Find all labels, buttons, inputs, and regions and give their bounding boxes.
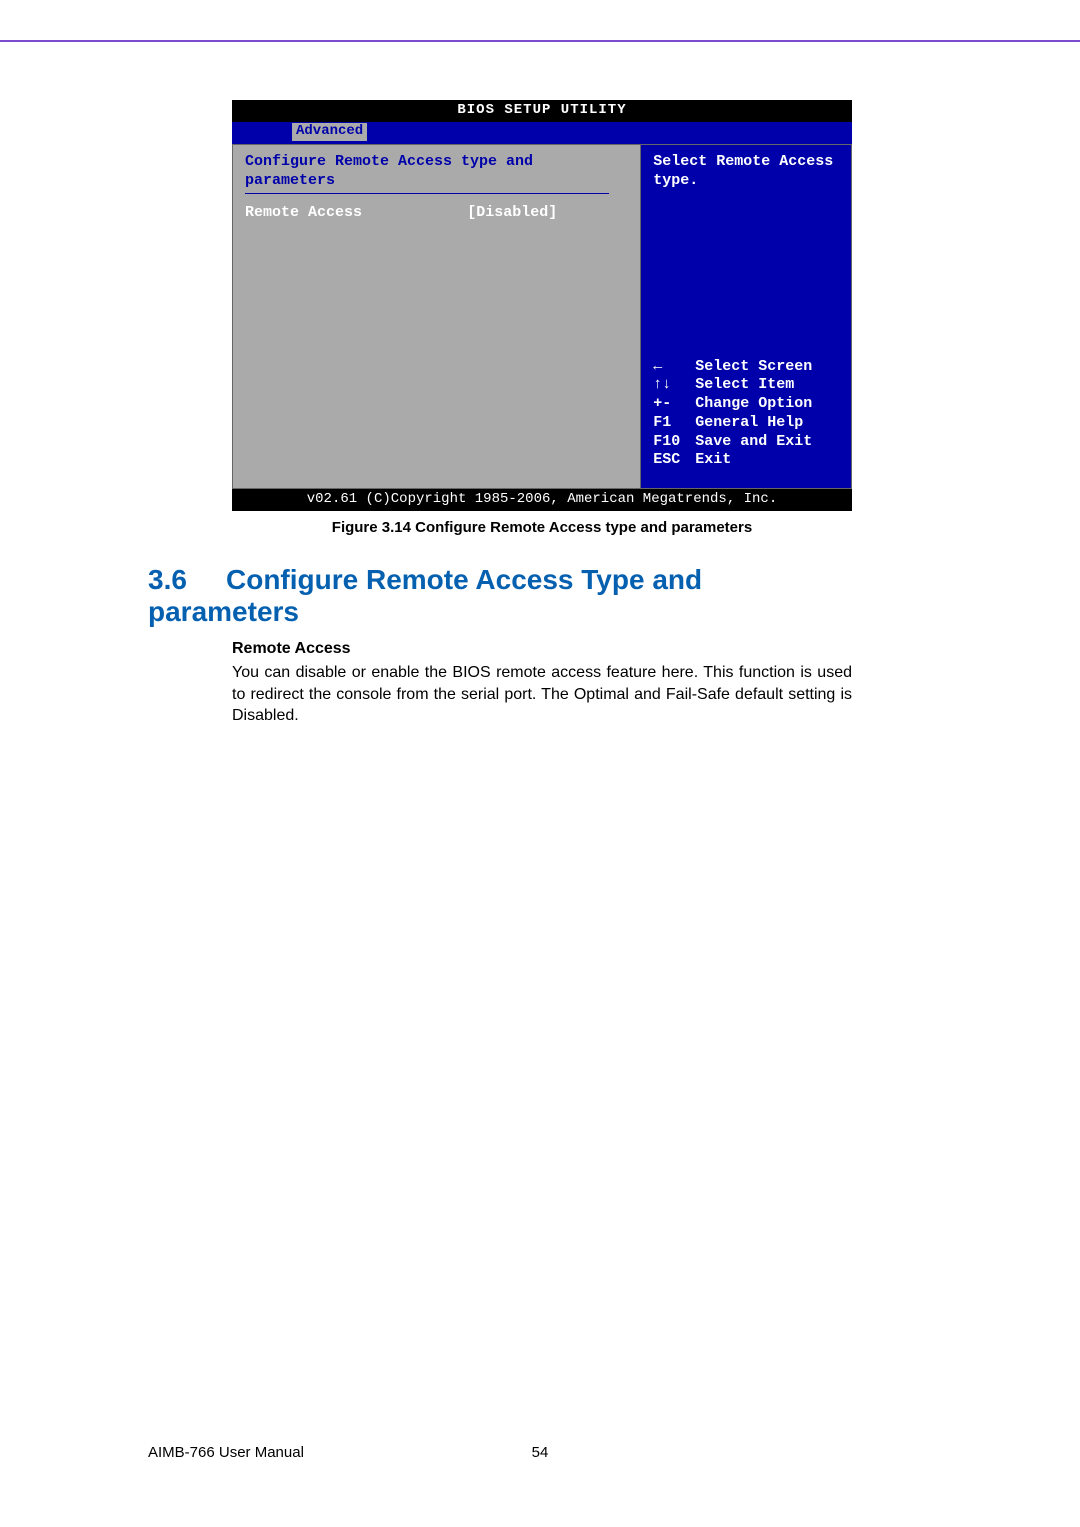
content-area: BIOS SETUP UTILITY Advanced Configure Re… xyxy=(232,100,852,727)
section-number: 3.6 xyxy=(148,564,226,596)
key-exit: ESCExit xyxy=(653,451,839,470)
bios-screenshot: BIOS SETUP UTILITY Advanced Configure Re… xyxy=(232,100,852,511)
bios-key-legend: ←Select Screen ↑↓Select Item +-Change Op… xyxy=(653,358,839,481)
bios-tab-row: Advanced xyxy=(232,122,852,144)
key-general-help: F1General Help xyxy=(653,414,839,433)
bios-footer: v02.61 (C)Copyright 1985-2006, American … xyxy=(232,489,852,511)
bios-left-panel: Configure Remote Access type and paramet… xyxy=(232,144,641,489)
figure-caption: Figure 3.14 Configure Remote Access type… xyxy=(232,519,852,536)
tab-advanced[interactable]: Advanced xyxy=(292,123,367,141)
body-paragraph: You can disable or enable the BIOS remot… xyxy=(232,662,852,727)
setting-label: Remote Access xyxy=(245,204,467,223)
key-select-item: ↑↓Select Item xyxy=(653,376,839,395)
section-title: Configure Remote Access Type and paramet… xyxy=(148,564,702,627)
page: BIOS SETUP UTILITY Advanced Configure Re… xyxy=(0,0,1080,1527)
key-save-exit: F10Save and Exit xyxy=(653,433,839,452)
bios-title: BIOS SETUP UTILITY xyxy=(232,100,852,122)
setting-value[interactable]: [Disabled] xyxy=(467,204,628,223)
bios-setting-remote-access[interactable]: Remote Access [Disabled] xyxy=(245,204,628,223)
key-select-screen: ←Select Screen xyxy=(653,358,839,377)
section-heading: 3.6Configure Remote Access Type and para… xyxy=(148,564,852,628)
key-change-option: +-Change Option xyxy=(653,395,839,414)
footer-page-number: 54 xyxy=(0,1444,1080,1461)
bios-panel-title: Configure Remote Access type and paramet… xyxy=(245,153,609,194)
top-rule xyxy=(0,40,1080,42)
bios-right-panel: Select Remote Access type. ←Select Scree… xyxy=(641,144,852,489)
bios-help-text: Select Remote Access type. xyxy=(653,153,839,191)
bios-body: Configure Remote Access type and paramet… xyxy=(232,144,852,489)
sub-heading: Remote Access xyxy=(232,640,852,658)
